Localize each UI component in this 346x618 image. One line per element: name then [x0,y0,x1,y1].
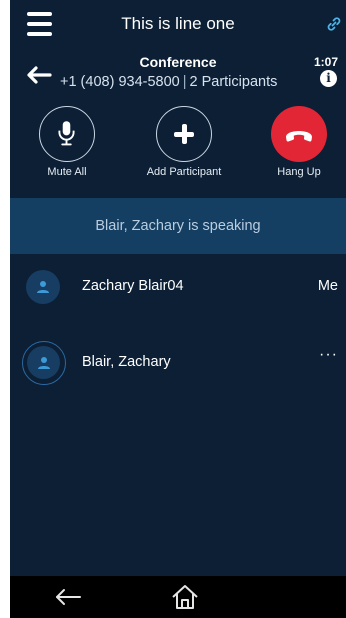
avatar-speaking [22,341,66,385]
participants-count: 2 Participants [189,74,278,90]
add-participant-button[interactable]: Add Participant [129,106,239,178]
add-participant-label: Add Participant [146,166,222,178]
speaking-banner: Blair, Zachary is speaking [10,198,346,254]
participant-row[interactable]: Zachary Blair04 Me [10,262,346,312]
mute-all-label: Mute All [47,166,87,178]
top-bar: This is line one [10,0,346,48]
system-nav-bar [10,576,346,618]
call-phone-number: +1 (408) 934-5800 [60,74,180,90]
mute-all-button[interactable]: Mute All [12,106,122,178]
mute-all-circle[interactable] [39,106,95,162]
call-subtitle: +1 (408) 934-5800 | 2 Participants [60,74,277,90]
hang-up-button[interactable]: Hang Up [244,106,346,178]
more-options-icon[interactable]: ··· [319,346,338,364]
app-screen: This is line one Conference +1 (408) 934… [10,0,346,618]
avatar [26,270,60,304]
link-icon[interactable] [326,16,342,32]
add-participant-circle[interactable] [156,106,212,162]
separator: | [182,74,187,90]
phone-hangup-icon [286,131,312,142]
call-timer: 1:07 [313,55,338,69]
nav-home-icon[interactable] [171,584,199,610]
line-title: This is line one [121,14,235,33]
person-icon [37,281,49,293]
microphone-icon [58,121,75,146]
participant-row[interactable]: Blair, Zachary ··· [10,338,346,388]
me-tag: Me [317,278,338,294]
hang-up-label: Hang Up [277,166,321,178]
info-icon[interactable]: i [320,70,337,87]
hang-up-circle[interactable] [271,106,327,162]
person-icon [37,356,50,369]
participant-name: Zachary Blair04 [82,278,184,294]
participant-name: Blair, Zachary [82,354,171,370]
nav-back-icon[interactable] [54,588,82,606]
call-title: Conference [139,54,217,70]
